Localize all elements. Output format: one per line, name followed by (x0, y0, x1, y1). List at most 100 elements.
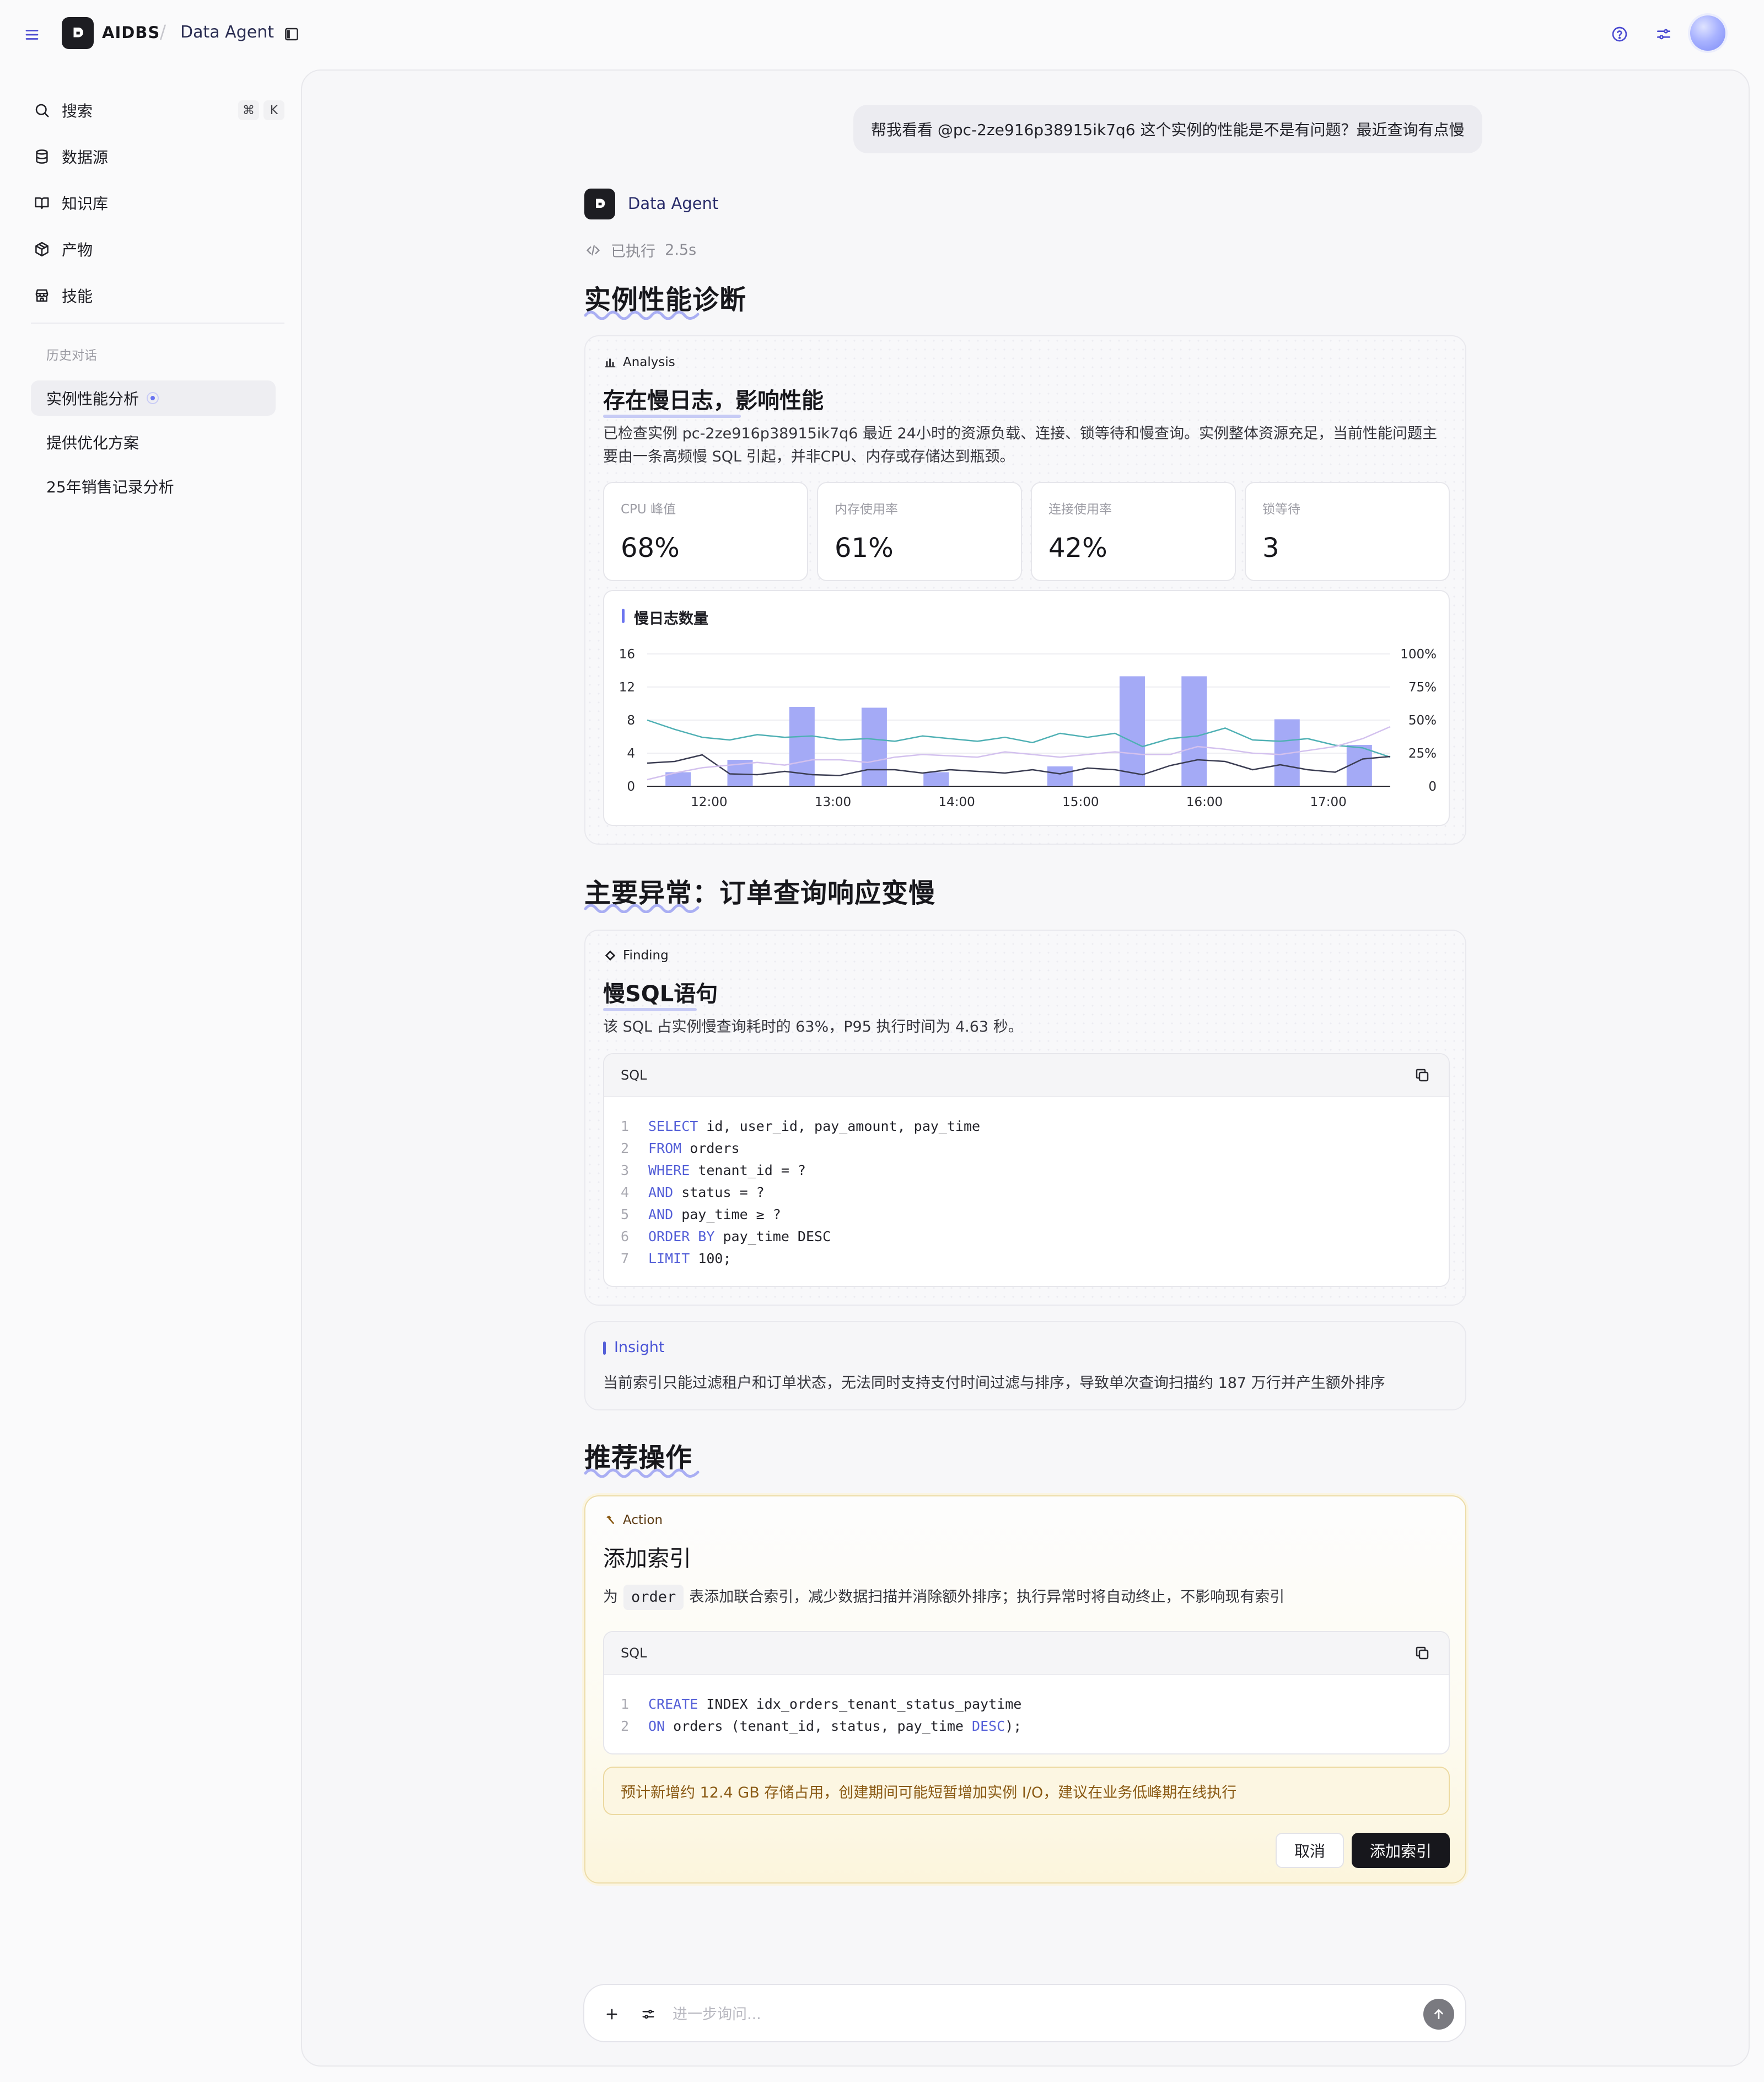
code-header: SQL (604, 1632, 1449, 1675)
metric-label: 连接使用率 (1048, 502, 1112, 517)
code-language: SQL (621, 1645, 647, 1661)
code-line: 1 CREATE INDEX idx_orders_tenant_status_p… (621, 1695, 1022, 1712)
agent-name: Data Agent (628, 194, 719, 213)
x-tick-label: 17:00 (1310, 795, 1347, 809)
add-index-button[interactable]: 添加索引 (1352, 1833, 1450, 1868)
y2-tick-label: 75% (1408, 680, 1437, 695)
hammer-icon (603, 1513, 617, 1527)
history-item[interactable]: 25年销售记录分析 (31, 469, 276, 504)
metric-card: CPU 峰值 68% (603, 482, 808, 581)
settings-sliders-icon[interactable] (637, 2003, 659, 2025)
heading-underline (584, 904, 700, 913)
y-tick-label: 8 (627, 713, 635, 728)
sidebar-item-datasource[interactable]: 数据源 (31, 137, 284, 176)
execution-status[interactable]: 已执行 2.5s (583, 239, 696, 261)
history-item-label: 提供优化方案 (46, 434, 139, 452)
code-line: 5 AND pay_time ≥ ? (621, 1206, 781, 1222)
metric-label: 锁等待 (1262, 502, 1300, 517)
cancel-button[interactable]: 取消 (1276, 1833, 1344, 1868)
message-input[interactable] (673, 2002, 1389, 2026)
copy-icon[interactable] (1412, 1065, 1432, 1085)
code-line: 6 ORDER BY pay_time DESC (621, 1228, 831, 1244)
menu-icon[interactable] (20, 23, 44, 47)
user-message: 帮我看看 @pc-2ze916p38915ik7q6 这个实例的性能是不是有问题… (853, 105, 1482, 153)
sidebar-item-label: 产物 (62, 241, 93, 259)
sidebar-item-knowledge[interactable]: 知识库 (31, 183, 284, 223)
insight-text: 当前索引只能过滤租户和订单状态，无法同时支持支付时间过滤与排序，导致单次查询扫描… (603, 1375, 1385, 1392)
sidebar-item-label: 技能 (62, 287, 93, 305)
card-description: 该 SQL 占实例慢查询耗时的 63%，P95 执行时间为 4.63 秒。 (603, 1018, 1023, 1035)
copy-icon[interactable] (1412, 1643, 1432, 1663)
code-line: 2 ON orders (tenant_id, status, pay_time … (621, 1718, 1022, 1734)
sidebar-item-label: 数据源 (62, 148, 109, 167)
metric-card: 连接使用率 42% (1031, 482, 1236, 581)
chart-canvas: 0 4 8 12 16 0 25% 50% 75% 100% 12:00 13:00 14:00 15:0… (619, 647, 1437, 809)
settings-sliders-icon[interactable] (1652, 22, 1676, 46)
inline-code: order (623, 1585, 684, 1610)
code-line: 1 SELECT id, user_id, pay_amount, pay_tim… (621, 1118, 981, 1134)
chart-bar (923, 772, 949, 786)
send-button[interactable] (1423, 1999, 1454, 2030)
analysis-card: Analysis 存在慢日志，影响性能 已检查实例 pc-2ze916p3891… (584, 335, 1466, 845)
title-underline (603, 1008, 697, 1011)
sidebar-item-skills[interactable]: 技能 (31, 276, 284, 315)
arrow-up-icon (1434, 2009, 1443, 2019)
user-avatar[interactable] (1690, 15, 1725, 51)
chart-bar (1119, 676, 1145, 786)
history-item[interactable]: 实例性能分析 (31, 380, 276, 416)
y2-tick-label: 100% (1400, 647, 1437, 662)
x-tick-label: 13:00 (815, 795, 851, 809)
composer (583, 1984, 1466, 2042)
card-tag-label: Analysis (623, 355, 675, 369)
x-tick-label: 15:00 (1062, 795, 1099, 809)
code-header: SQL (604, 1054, 1449, 1097)
code-lines: 1 SELECT id, user_id, pay_amount, pay_tim… (604, 1097, 1449, 1283)
history-item-label: 实例性能分析 (46, 390, 139, 408)
action-card: Action 添加索引 为 order 表添加联合索引，减少数据扫描并消除额外排… (584, 1495, 1466, 1884)
chart-bar (1047, 766, 1073, 786)
card-tag: Analysis (603, 355, 675, 369)
sidebar-toggle-icon[interactable] (280, 23, 303, 46)
sidebar-item-search[interactable]: 搜索 ⌘ K (31, 90, 284, 130)
insight-tag: Insight (603, 1339, 664, 1356)
card-title: 慢SQL语句 (603, 976, 718, 1011)
card-tag: Finding (603, 948, 669, 963)
x-tick-label: 16:00 (1186, 795, 1223, 809)
execution-time: 2.5s (665, 242, 697, 259)
metric-value: 61% (835, 533, 894, 564)
code-line: 4 AND status = ? (621, 1184, 765, 1200)
sidebar-item-label: 搜索 (62, 102, 93, 120)
sidebar-item-label: 知识库 (62, 195, 109, 213)
insight-card: Insight 当前索引只能过滤租户和订单状态，无法同时支持支付时间过滤与排序，… (584, 1321, 1466, 1410)
code-block: SQL 1 CREATE INDEX idx_orders_tenant_stat… (603, 1631, 1450, 1754)
metric-label: CPU 峰值 (621, 502, 676, 517)
help-icon[interactable] (1607, 22, 1632, 46)
history-header: 历史对话 (46, 348, 97, 363)
history-item[interactable]: 提供优化方案 (31, 425, 276, 460)
plus-icon[interactable] (601, 2003, 623, 2025)
y-tick-label: 4 (627, 747, 635, 761)
package-icon (31, 238, 53, 260)
breadcrumb-separator: / (160, 21, 166, 42)
diamond-icon (603, 948, 617, 963)
app-logo[interactable] (62, 17, 94, 49)
y2-tick-label: 25% (1408, 747, 1437, 761)
finding-card: Finding 慢SQL语句 该 SQL 占实例慢查询耗时的 63%，P95 执… (584, 930, 1466, 1306)
y2-tick-label: 50% (1408, 713, 1437, 728)
slow-log-chart: 慢日志数量 0 4 8 12 16 0 25% 50% 75% 100% 12:00 13:00 14:… (603, 590, 1450, 826)
chart-bar (861, 707, 887, 786)
code-block: SQL 1 SELECT id, user_id, pay_amount, pay… (603, 1053, 1450, 1287)
card-title-text: 慢SQL语句 (603, 981, 718, 1007)
bar-chart-icon (603, 355, 617, 369)
code-language: SQL (621, 1067, 647, 1083)
metric-card: 锁等待 3 (1245, 482, 1450, 581)
breadcrumb-current[interactable]: Data Agent (180, 23, 274, 42)
card-description: 已检查实例 pc-2ze916p38915ik7q6 最近 24小时的资源负载、… (603, 425, 1437, 465)
app-name: AIDBS (102, 23, 160, 42)
metric-value: 3 (1262, 533, 1279, 564)
title-underline (603, 415, 741, 418)
book-icon (31, 192, 53, 214)
code-line: 7 LIMIT 100; (621, 1250, 732, 1267)
sidebar-item-artifacts[interactable]: 产物 (31, 229, 284, 269)
y-tick-label: 16 (619, 647, 635, 662)
